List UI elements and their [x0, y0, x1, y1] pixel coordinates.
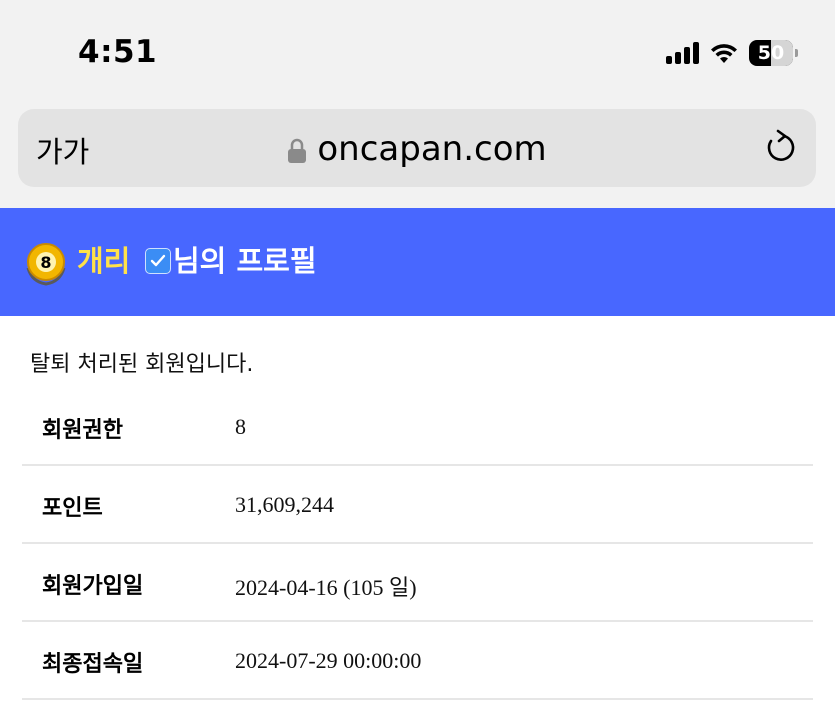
level-badge-number: 8	[40, 253, 51, 272]
info-label: 포인트	[42, 496, 103, 521]
info-label: 회원권한	[42, 418, 123, 443]
status-icons: 50	[666, 38, 798, 68]
info-row-join-date: 회원가입일 2024-04-16 (105 일)	[22, 544, 813, 622]
url-text: oncapan.com	[317, 129, 547, 169]
info-label: 최종접속일	[42, 652, 144, 677]
info-value: 2024-04-16 (105 일)	[235, 575, 417, 600]
nickname: 개리	[77, 244, 131, 278]
withdrawn-notice: 탈퇴 처리된 회원입니다.	[30, 352, 254, 377]
info-row-permission: 회원권한 8	[22, 388, 813, 466]
profile-title-suffix: 님의 프로필	[173, 244, 317, 278]
profile-header: 8 개리 님의 프로필	[0, 208, 835, 316]
lock-icon	[288, 138, 307, 163]
browser-chrome: 4:51 50 가가 oncapan.com	[0, 0, 835, 208]
cellular-signal-icon	[666, 42, 699, 64]
battery-icon: 50	[749, 40, 798, 66]
checkmark-icon	[145, 248, 171, 274]
info-label: 회원가입일	[42, 574, 144, 599]
member-info-table: 회원권한 8 포인트 31,609,244 회원가입일 2024-04-16 (…	[22, 388, 813, 700]
status-time: 4:51	[78, 34, 158, 70]
level-badge-icon: 8	[26, 243, 66, 286]
address-bar[interactable]: 가가 oncapan.com	[18, 109, 816, 187]
url-field[interactable]: oncapan.com	[18, 129, 816, 169]
info-value: 31,609,244	[235, 492, 334, 517]
reload-icon[interactable]	[762, 129, 798, 167]
info-row-points: 포인트 31,609,244	[22, 466, 813, 544]
wifi-icon	[711, 44, 737, 63]
battery-level: 50	[757, 42, 785, 64]
info-row-last-login: 최종접속일 2024-07-29 00:00:00	[22, 622, 813, 700]
info-value: 8	[235, 414, 246, 439]
info-value: 2024-07-29 00:00:00	[235, 648, 422, 673]
